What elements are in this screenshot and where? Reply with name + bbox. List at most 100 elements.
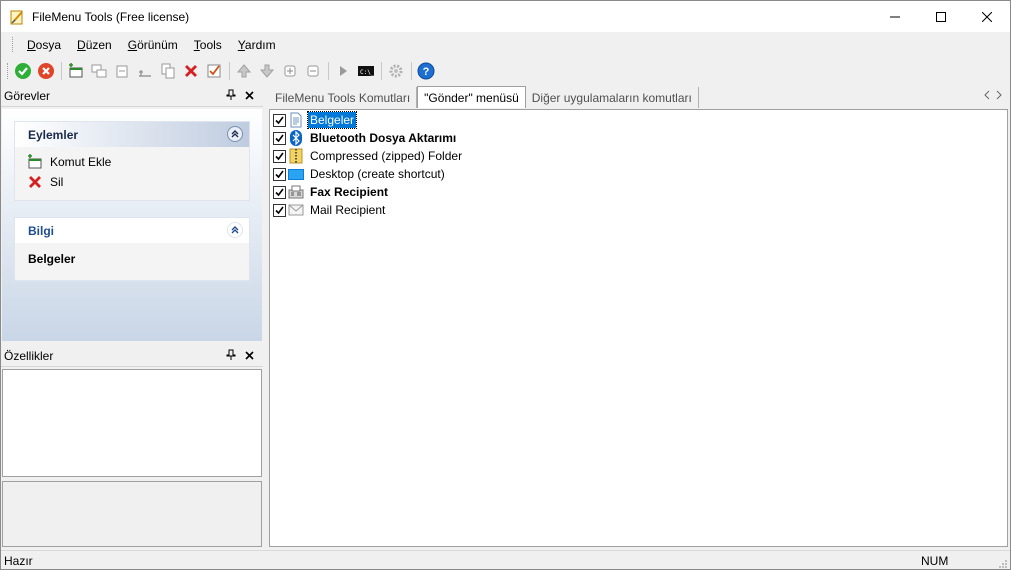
resize-grip-icon[interactable] xyxy=(998,558,1008,568)
tab-scroll-buttons xyxy=(983,89,1003,103)
console-button[interactable]: C:\_ xyxy=(355,60,377,82)
cancel-button[interactable] xyxy=(35,60,57,82)
check-button[interactable] xyxy=(203,60,225,82)
chevron-up-icon[interactable] xyxy=(227,222,243,238)
chevron-up-icon[interactable] xyxy=(227,126,243,142)
collapse-icon xyxy=(307,65,319,76)
status-bar: Hazır NUM xyxy=(1,550,1010,570)
tasks-pane-title: Görevler xyxy=(4,88,51,103)
copy-icon xyxy=(161,63,175,78)
item-checkbox[interactable] xyxy=(273,185,286,199)
desktop-icon xyxy=(288,166,304,182)
delete-icon xyxy=(27,174,43,190)
run-button[interactable] xyxy=(332,60,354,82)
list-item[interactable]: Desktop (create shortcut) xyxy=(270,165,1007,183)
item-label: Fax Recipient xyxy=(310,185,389,199)
tab-scroll-right-icon[interactable] xyxy=(995,89,1003,103)
properties-pane-title: Özellikler xyxy=(4,348,54,363)
item-checkbox[interactable] xyxy=(273,131,286,145)
title-bar: FileMenu Tools (Free license) xyxy=(1,1,1010,32)
add-item-button[interactable] xyxy=(134,60,156,82)
properties-grid[interactable] xyxy=(2,369,262,477)
menu-tools[interactable]: Tools xyxy=(186,38,230,52)
menu-dosya[interactable]: Dosya xyxy=(19,38,69,52)
menu-gorunum[interactable]: Görünüm xyxy=(120,38,186,52)
tab-other-app-commands[interactable]: Diğer uygulamaların komutları xyxy=(526,87,699,108)
item-checkbox[interactable] xyxy=(273,149,286,163)
close-icon[interactable] xyxy=(243,348,255,362)
app-window: FileMenu Tools (Free license) Dosya Düze… xyxy=(0,0,1011,570)
tasks-pane-header: Görevler xyxy=(1,85,263,107)
task-add-command-label: Komut Ekle xyxy=(50,155,112,169)
bluetooth-icon xyxy=(288,130,304,146)
num-lock-indicator: NUM xyxy=(921,554,949,568)
panel-splitter[interactable] xyxy=(263,85,267,547)
info-value: Belgeler xyxy=(28,252,76,266)
item-checkbox[interactable] xyxy=(273,203,286,217)
list-item[interactable]: Mail Recipient xyxy=(270,201,1007,219)
actions-group: Eylemler Komut Ekle Sil xyxy=(14,121,250,201)
add-command-icon xyxy=(27,154,43,170)
add-separator-button[interactable] xyxy=(111,60,133,82)
add-separator-icon xyxy=(116,65,128,77)
toolbar-grip[interactable] xyxy=(7,62,10,79)
pin-icon[interactable] xyxy=(225,88,237,102)
delete-button[interactable] xyxy=(180,60,202,82)
close-icon xyxy=(982,11,992,22)
list-item[interactable]: Compressed (zipped) Folder xyxy=(270,147,1007,165)
list-item[interactable]: Belgeler xyxy=(270,111,1007,129)
menu-label: üzen xyxy=(85,37,112,52)
menu-grip[interactable] xyxy=(12,37,15,52)
run-icon xyxy=(340,65,347,76)
collapse-button[interactable] xyxy=(302,60,324,82)
expand-icon xyxy=(284,65,296,76)
svg-text:?: ? xyxy=(423,66,430,78)
help-button[interactable]: ? xyxy=(415,60,437,82)
toolbar-separator xyxy=(61,61,62,80)
copy-button[interactable] xyxy=(157,60,179,82)
window-title: FileMenu Tools (Free license) xyxy=(32,9,190,24)
item-checkbox[interactable] xyxy=(273,167,286,181)
move-down-icon xyxy=(259,64,275,78)
minimize-button[interactable] xyxy=(872,1,918,32)
list-item[interactable]: Bluetooth Dosya Aktarımı xyxy=(270,129,1007,147)
check-icon xyxy=(207,64,221,77)
move-up-button[interactable] xyxy=(233,60,255,82)
window-controls xyxy=(872,1,1010,32)
move-up-icon xyxy=(236,63,252,77)
maximize-button[interactable] xyxy=(918,1,964,32)
status-text: Hazır xyxy=(4,553,33,568)
tab-filemenu-commands[interactable]: FileMenu Tools Komutları xyxy=(269,87,418,108)
task-delete[interactable]: Sil xyxy=(15,172,249,192)
console-icon: C:\_ xyxy=(358,65,375,76)
item-checkbox[interactable] xyxy=(273,113,286,127)
pin-icon[interactable] xyxy=(225,348,237,362)
documents-icon xyxy=(288,112,304,128)
toolbar-separator xyxy=(328,61,329,80)
settings-button[interactable] xyxy=(385,60,407,82)
move-down-button[interactable] xyxy=(256,60,278,82)
task-add-command[interactable]: Komut Ekle xyxy=(15,152,249,172)
tab-send-to-menu[interactable]: "Gönder" menüsü xyxy=(417,86,526,108)
info-group-header[interactable]: Bilgi xyxy=(15,218,249,243)
tasks-pane-body: Eylemler Komut Ekle Sil Bilgi Belgeler xyxy=(2,109,262,341)
expand-button[interactable] xyxy=(279,60,301,82)
sendto-list: Belgeler Bluetooth Dosya Aktarımı Compre… xyxy=(269,109,1008,547)
menu-duzen[interactable]: Düzen xyxy=(69,38,120,52)
tab-bar: FileMenu Tools Komutları "Gönder" menüsü… xyxy=(269,86,1009,108)
add-submenu-button[interactable] xyxy=(88,60,110,82)
actions-group-header[interactable]: Eylemler xyxy=(15,122,249,147)
item-label: Bluetooth Dosya Aktarımı xyxy=(310,131,457,145)
close-button[interactable] xyxy=(964,1,1010,32)
apply-button[interactable] xyxy=(12,60,34,82)
apply-icon xyxy=(15,62,31,79)
list-item[interactable]: Fax Recipient xyxy=(270,183,1007,201)
add-command-button[interactable] xyxy=(65,60,87,82)
menu-yardim[interactable]: Yardım xyxy=(230,38,284,52)
cancel-icon xyxy=(38,62,54,79)
close-icon[interactable] xyxy=(243,88,255,102)
maximize-icon xyxy=(936,11,946,22)
app-icon xyxy=(9,9,25,25)
tab-scroll-left-icon[interactable] xyxy=(983,89,991,103)
item-label: Desktop (create shortcut) xyxy=(310,167,445,181)
